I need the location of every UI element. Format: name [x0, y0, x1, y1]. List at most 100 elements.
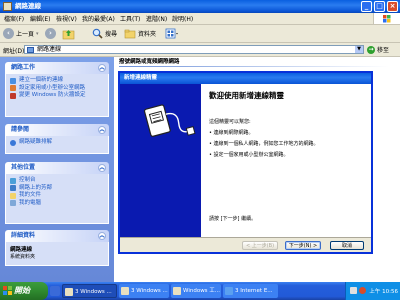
group-divider	[119, 66, 389, 67]
menu-view[interactable]: 檢視(V)	[56, 14, 77, 23]
details-type: 系統資料夾	[10, 254, 36, 260]
see-also-panel: 請參閱 ︽ 網路疑難排解	[5, 124, 109, 154]
window-titlebar[interactable]: 網路連線 _ □ ×	[0, 0, 400, 13]
menu-advanced[interactable]: 進階(N)	[146, 14, 167, 23]
taskbar-button[interactable]: Windows 工...	[171, 284, 221, 298]
details-header[interactable]: 詳細資料 ︽	[5, 230, 109, 242]
network-folder-icon	[3, 2, 12, 11]
see-also-header[interactable]: 請參閱 ︽	[5, 124, 109, 136]
wizard-continue-text: 請按 [下一步] 繼續。	[209, 216, 257, 222]
panel-title: 其他位置	[11, 164, 36, 171]
collapse-chevron-icon[interactable]: ︽	[98, 126, 106, 134]
search-label: 搜尋	[105, 31, 118, 38]
folder-up-icon	[62, 30, 75, 40]
wizard-intro: 這個精靈可以幫您:	[209, 119, 251, 125]
clock[interactable]: 上午 10:56	[369, 287, 398, 295]
task-home-network[interactable]: 設定家用或小型辦公室網路	[10, 85, 104, 91]
folder-group-icon	[65, 288, 73, 296]
close-button[interactable]: ×	[387, 1, 398, 12]
taskbar-button[interactable]: 3 Windows ...	[119, 284, 169, 298]
see-also-troubleshooter[interactable]: 網路疑難排解	[10, 139, 104, 146]
start-button[interactable]: 開始	[0, 282, 48, 300]
windows-flag-icon	[3, 286, 12, 295]
wizard-titlebar[interactable]: 新增連線精靈	[120, 73, 371, 84]
start-label: 開始	[14, 286, 30, 295]
firewall-icon	[10, 92, 16, 99]
link-label: 控制台	[19, 177, 36, 183]
task-create-connection[interactable]: 建立一個新的連線	[10, 77, 104, 84]
search-icon	[92, 28, 103, 39]
menu-edit[interactable]: 編輯(E)	[30, 14, 50, 23]
menu-help[interactable]: 說明(H)	[172, 14, 193, 23]
group-header: 撥號網路或寬頻網際網路	[119, 59, 180, 65]
my-documents-icon	[10, 192, 16, 199]
quicklaunch-desktop-icon[interactable]	[50, 286, 60, 296]
system-tray: 上午 10:56	[345, 282, 400, 300]
collapse-chevron-icon[interactable]: ︽	[98, 64, 106, 72]
back-button[interactable]: ‹ 上一頁 ▾	[3, 27, 39, 40]
back-label: 上一頁	[16, 31, 35, 38]
cancel-button[interactable]: 取消	[330, 241, 364, 250]
explorer-window-icon	[173, 287, 181, 295]
taskbar: 開始 3 Windows ... 3 Windows ... Windows 工…	[0, 282, 400, 300]
other-places-panel: 其他位置 ︽ 控制台 網路上的芳鄰 我的文件 我的電腦	[5, 162, 109, 224]
address-dropdown-icon[interactable]: ▼	[355, 46, 363, 53]
address-value: 網路連線	[37, 46, 62, 53]
place-my-documents[interactable]: 我的文件	[10, 192, 104, 199]
folders-button[interactable]: 資料夾	[124, 27, 156, 40]
wizard-content: 歡迎使用新增連線精靈 這個精靈可以幫您: • 連線到網際網路。 • 連線到一個私…	[201, 84, 371, 237]
window-title: 網路連線	[15, 2, 41, 10]
security-tray-icon[interactable]	[359, 287, 366, 294]
go-button[interactable]: → 移至	[367, 45, 389, 54]
network-connections-icon	[27, 47, 34, 53]
go-arrow-icon: →	[367, 45, 375, 54]
taskbar-button[interactable]: 3 Internet E...	[223, 284, 278, 298]
internet-explorer-icon	[225, 287, 233, 295]
new-connection-wizard-dialog: 新增連線精靈 歡迎使用新增連線精靈 這個精靈可以幫您: • 連線到網際網路。 •…	[118, 71, 373, 254]
maximize-button[interactable]: □	[374, 1, 385, 12]
up-button[interactable]	[62, 27, 75, 40]
search-button[interactable]: 搜尋	[92, 27, 117, 40]
other-places-header[interactable]: 其他位置 ︽	[5, 162, 109, 174]
collapse-chevron-icon[interactable]: ︽	[98, 164, 106, 172]
panel-title: 詳細資料	[11, 232, 36, 239]
minimize-button[interactable]: _	[361, 1, 372, 12]
link-label: 網路上的芳鄰	[19, 184, 53, 191]
address-bar: 網址(D) 網路連線 ▼ → 移至	[0, 43, 400, 57]
place-control-panel[interactable]: 控制台	[10, 177, 104, 184]
forward-button[interactable]: ›	[45, 27, 56, 40]
details-panel: 詳細資料 ︽ 網路連線 系統資料夾	[5, 230, 109, 266]
new-connection-icon	[10, 77, 16, 84]
views-button[interactable]	[165, 27, 179, 40]
wizard-side-panel	[120, 84, 201, 237]
folders-icon	[124, 29, 136, 39]
explorer-window-icon	[121, 287, 129, 295]
connection-wizard-illustration-icon	[143, 104, 196, 137]
task-label: 3 Internet E...	[235, 288, 273, 294]
back-step-button[interactable]: < 上一步(B)	[242, 241, 278, 250]
collapse-chevron-icon[interactable]: ︽	[98, 232, 106, 240]
details-name: 網路連線	[10, 247, 33, 253]
next-step-button[interactable]: 下一步(N) >	[285, 241, 321, 250]
address-input[interactable]: 網路連線 ▼	[24, 45, 364, 54]
network-tray-icon[interactable]	[350, 287, 357, 294]
control-panel-icon	[10, 177, 16, 184]
place-network-places[interactable]: 網路上的芳鄰	[10, 184, 104, 191]
network-tasks-panel: 網路工作 ︽ 建立一個新的連線 設定家用或小型辦公室網路 變更 Windows …	[5, 62, 109, 117]
menu-tools[interactable]: 工具(T)	[120, 14, 140, 23]
my-computer-icon	[10, 200, 16, 206]
wizard-bullet: • 連線到網際網路。	[209, 130, 254, 136]
place-my-computer[interactable]: 我的電腦	[10, 200, 104, 206]
home-network-icon	[10, 85, 16, 91]
wizard-bullet: • 設定一個家用或小型辦公室網路。	[209, 152, 289, 158]
menu-file[interactable]: 檔案(F)	[4, 14, 24, 23]
folders-label: 資料夾	[138, 31, 157, 38]
panel-title: 請參閱	[11, 126, 30, 133]
toolbar: ‹ 上一頁 ▾ › 搜尋 資料夾	[0, 25, 400, 43]
menu-favorites[interactable]: 我的最愛(A)	[82, 14, 115, 23]
views-icon	[165, 28, 178, 39]
network-tasks-header[interactable]: 網路工作 ︽	[5, 62, 109, 74]
forward-arrow-icon: ›	[45, 28, 56, 39]
task-firewall-settings[interactable]: 變更 Windows 防火牆設定	[10, 92, 104, 99]
taskbar-button[interactable]: 3 Windows ...	[62, 284, 117, 298]
